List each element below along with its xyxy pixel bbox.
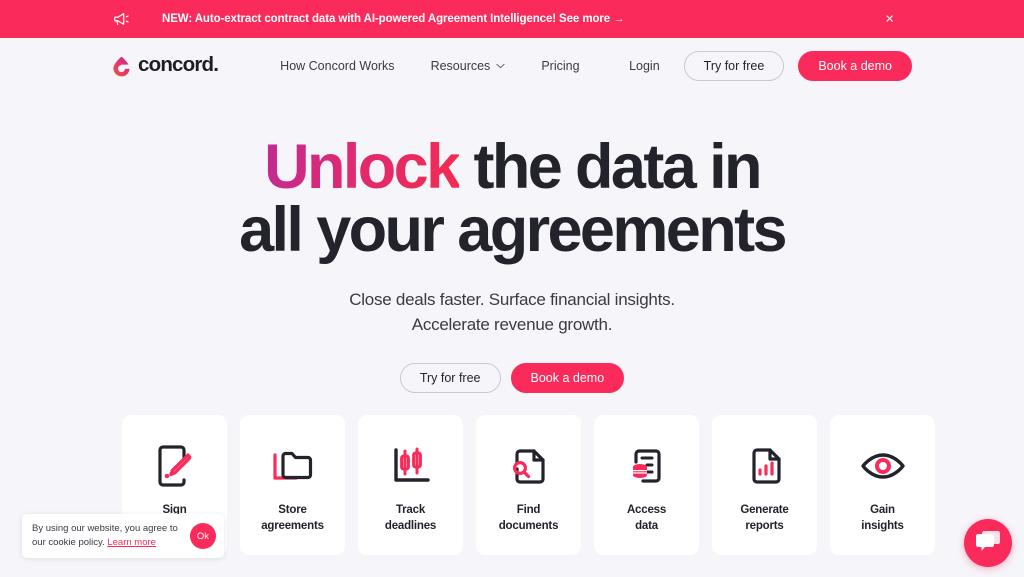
folder-icon (270, 435, 316, 497)
hero-subtitle: Close deals faster. Surface financial in… (0, 288, 1024, 337)
document-bar-chart-icon (745, 435, 785, 497)
nav-label: How Concord Works (280, 59, 395, 73)
hero-title-line2: all your agreements (239, 195, 787, 265)
megaphone-icon (112, 11, 130, 27)
cookie-consent-text: By using our website, you agree to our c… (32, 522, 190, 550)
hero-title-rest: the data in (458, 132, 762, 202)
cookie-ok-button[interactable]: Ok (190, 523, 216, 549)
eye-icon (860, 435, 906, 497)
hero-try-for-free-button[interactable]: Try for free (399, 363, 501, 394)
feature-card-store-agreements[interactable]: Store agreements (240, 415, 345, 555)
document-database-icon (626, 435, 668, 497)
feature-card-gain-insights[interactable]: Gain insights (830, 415, 935, 555)
chat-bubbles-icon (975, 529, 1001, 558)
header-actions: Login Try for free Book a demo (629, 51, 912, 81)
announcement-text: NEW: Auto-extract contract data with AI-… (162, 13, 625, 25)
feature-card-label: Generate reports (740, 504, 789, 532)
concord-droplet-logo-icon (112, 56, 131, 77)
feature-card-label: Store agreements (261, 504, 324, 532)
announcement-content[interactable]: NEW: Auto-extract contract data with AI-… (112, 11, 625, 27)
primary-navigation: How Concord Works Resources Pricing (280, 59, 579, 73)
feature-card-label: Track deadlines (384, 504, 437, 532)
nav-label: Resources (430, 59, 491, 73)
feature-card-track-deadlines[interactable]: Track deadlines (358, 415, 463, 555)
announcement-banner: NEW: Auto-extract contract data with AI-… (0, 0, 1024, 38)
hero-title-highlight: Unlock (264, 132, 461, 202)
cookie-consent-banner: By using our website, you agree to our c… (22, 514, 224, 558)
site-header: concord. How Concord Works Resources Pri… (0, 38, 1024, 94)
candlestick-chart-icon (390, 435, 432, 497)
hero-cta-group: Try for free Book a demo (0, 363, 1024, 394)
feature-card-access-data[interactable]: Access data (594, 415, 699, 555)
cookie-learn-more-link[interactable]: Learn more (107, 537, 156, 548)
hero-subtitle-line1: Close deals faster. Surface financial in… (349, 290, 675, 309)
chevron-down-icon (496, 63, 505, 69)
hero-section: Unlock the data in all your agreements C… (0, 94, 1024, 394)
feature-card-generate-reports[interactable]: Generate reports (712, 415, 817, 555)
feature-card-label: Gain insights (861, 504, 904, 532)
nav-item-how-concord-works[interactable]: How Concord Works (280, 59, 394, 73)
document-search-icon (508, 435, 550, 497)
nav-item-pricing[interactable]: Pricing (541, 59, 579, 73)
document-pen-sign-icon (154, 435, 196, 497)
login-link[interactable]: Login (629, 59, 660, 73)
header-book-a-demo-button[interactable]: Book a demo (798, 51, 912, 81)
hero-subtitle-line2: Accelerate revenue growth. (411, 314, 613, 334)
close-icon[interactable]: × (885, 12, 894, 27)
header-try-for-free-button[interactable]: Try for free (683, 51, 785, 81)
feature-card-label: Find documents (498, 504, 559, 532)
nav-item-resources[interactable]: Resources (431, 59, 506, 73)
brand-name: concord. (138, 53, 219, 77)
nav-label: Pricing (541, 59, 580, 73)
hero-book-a-demo-button[interactable]: Book a demo (510, 363, 625, 394)
page-title: Unlock the data in all your agreements (0, 136, 1024, 262)
feature-card-find-documents[interactable]: Find documents (476, 415, 581, 555)
chat-widget-button[interactable] (964, 519, 1012, 567)
feature-card-label: Access data (626, 504, 667, 532)
feature-card-row: Sign Store agreements Track deadlines Fi… (122, 415, 935, 555)
brand-logo[interactable]: concord. (112, 53, 219, 77)
